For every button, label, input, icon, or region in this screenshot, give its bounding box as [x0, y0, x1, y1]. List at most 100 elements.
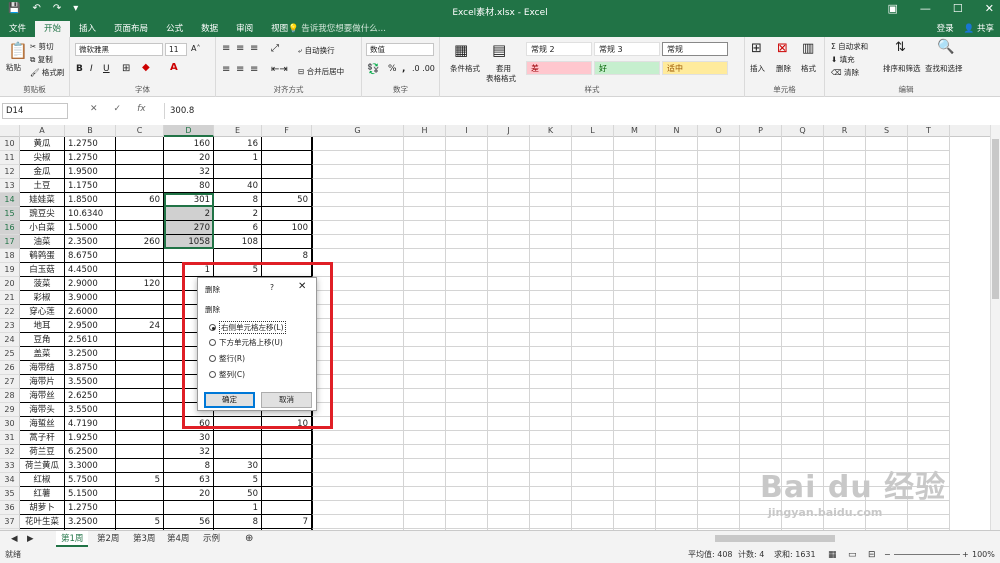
empty-cell[interactable]: [614, 431, 656, 445]
empty-cell[interactable]: [312, 179, 404, 193]
empty-cell[interactable]: [614, 193, 656, 207]
empty-cell[interactable]: [656, 291, 698, 305]
name-box[interactable]: D14: [2, 103, 68, 119]
empty-cell[interactable]: [698, 375, 740, 389]
empty-cell[interactable]: [782, 431, 824, 445]
empty-cell[interactable]: [312, 501, 404, 515]
fill-color-icon[interactable]: ◆: [142, 62, 150, 73]
cell-F17[interactable]: [262, 235, 312, 249]
cell-B24[interactable]: 2.5610: [65, 333, 116, 347]
conditional-format-button[interactable]: 条件格式: [450, 63, 480, 74]
cell-F36[interactable]: [262, 501, 312, 515]
empty-cell[interactable]: [740, 361, 782, 375]
empty-cell[interactable]: [824, 389, 866, 403]
minimize-button[interactable]: —: [920, 2, 931, 15]
cell-D10[interactable]: 160: [164, 137, 214, 151]
empty-cell[interactable]: [866, 249, 908, 263]
empty-cell[interactable]: [312, 165, 404, 179]
empty-cell[interactable]: [404, 193, 446, 207]
empty-cell[interactable]: [614, 445, 656, 459]
empty-cell[interactable]: [908, 333, 950, 347]
sheet-tab[interactable]: 示例: [198, 531, 225, 547]
empty-cell[interactable]: [572, 459, 614, 473]
empty-cell[interactable]: [572, 291, 614, 305]
accounting-icon[interactable]: 💱: [367, 64, 379, 75]
empty-cell[interactable]: [824, 445, 866, 459]
empty-cell[interactable]: [908, 137, 950, 151]
cell-D36[interactable]: [164, 501, 214, 515]
empty-cell[interactable]: [824, 165, 866, 179]
underline-button[interactable]: U: [103, 64, 110, 74]
empty-cell[interactable]: [572, 473, 614, 487]
insert-function-icon[interactable]: fx: [137, 104, 146, 114]
align-right-icon[interactable]: ≡: [250, 64, 258, 75]
row-header[interactable]: 15: [0, 207, 20, 221]
empty-cell[interactable]: [698, 403, 740, 417]
empty-cell[interactable]: [782, 417, 824, 431]
cell-C16[interactable]: [116, 221, 164, 235]
cell-D31[interactable]: 30: [164, 431, 214, 445]
empty-cell[interactable]: [824, 137, 866, 151]
cell-E15[interactable]: 2: [214, 207, 262, 221]
empty-cell[interactable]: [740, 221, 782, 235]
empty-cell[interactable]: [530, 431, 572, 445]
empty-cell[interactable]: [866, 151, 908, 165]
cell-E37[interactable]: 8: [214, 515, 262, 529]
empty-cell[interactable]: [446, 137, 488, 151]
empty-cell[interactable]: [614, 165, 656, 179]
zoom-slider[interactable]: [894, 554, 960, 555]
cell-E14[interactable]: 8: [214, 193, 262, 207]
empty-cell[interactable]: [782, 207, 824, 221]
cell-B21[interactable]: 3.9000: [65, 291, 116, 305]
empty-cell[interactable]: [404, 319, 446, 333]
tab-6[interactable]: 数据: [192, 21, 227, 37]
empty-cell[interactable]: [530, 165, 572, 179]
cell-C15[interactable]: [116, 207, 164, 221]
empty-cell[interactable]: [866, 347, 908, 361]
empty-cell[interactable]: [530, 445, 572, 459]
row-header[interactable]: 26: [0, 361, 20, 375]
empty-cell[interactable]: [446, 445, 488, 459]
empty-cell[interactable]: [656, 361, 698, 375]
align-center-icon[interactable]: ≡: [236, 64, 244, 75]
copy-button[interactable]: ⧉ 复制: [30, 54, 53, 65]
empty-cell[interactable]: [698, 249, 740, 263]
format-cells-icon[interactable]: ▥: [802, 41, 814, 56]
cell-A26[interactable]: 海带结: [20, 361, 65, 375]
cell-C35[interactable]: [116, 487, 164, 501]
empty-cell[interactable]: [656, 417, 698, 431]
empty-cell[interactable]: [782, 375, 824, 389]
empty-cell[interactable]: [908, 319, 950, 333]
empty-cell[interactable]: [614, 137, 656, 151]
empty-cell[interactable]: [824, 347, 866, 361]
empty-cell[interactable]: [740, 389, 782, 403]
cell-style-4[interactable]: 差: [526, 61, 592, 75]
view-page-layout-icon[interactable]: ▭: [848, 547, 857, 563]
cell-E10[interactable]: 16: [214, 137, 262, 151]
cell-C33[interactable]: [116, 459, 164, 473]
empty-cell[interactable]: [908, 445, 950, 459]
cell-style-5[interactable]: 好: [594, 61, 660, 75]
cell-B32[interactable]: 6.2500: [65, 445, 116, 459]
find-select-icon[interactable]: 🔍: [937, 39, 954, 55]
empty-cell[interactable]: [740, 403, 782, 417]
cell-C27[interactable]: [116, 375, 164, 389]
cell-A25[interactable]: 盖菜: [20, 347, 65, 361]
cell-A36[interactable]: 胡萝卜: [20, 501, 65, 515]
empty-cell[interactable]: [656, 319, 698, 333]
zoom-in-icon[interactable]: +: [962, 547, 969, 563]
cell-A21[interactable]: 彩椒: [20, 291, 65, 305]
column-header[interactable]: E: [214, 125, 262, 137]
empty-cell[interactable]: [572, 347, 614, 361]
cell-F33[interactable]: [262, 459, 312, 473]
column-header[interactable]: Q: [782, 125, 824, 137]
cell-A35[interactable]: 红薯: [20, 487, 65, 501]
empty-cell[interactable]: [446, 361, 488, 375]
empty-cell[interactable]: [782, 389, 824, 403]
empty-cell[interactable]: [530, 137, 572, 151]
view-page-break-icon[interactable]: ⊟: [868, 547, 876, 563]
empty-cell[interactable]: [782, 347, 824, 361]
empty-cell[interactable]: [740, 263, 782, 277]
empty-cell[interactable]: [530, 333, 572, 347]
empty-cell[interactable]: [656, 347, 698, 361]
